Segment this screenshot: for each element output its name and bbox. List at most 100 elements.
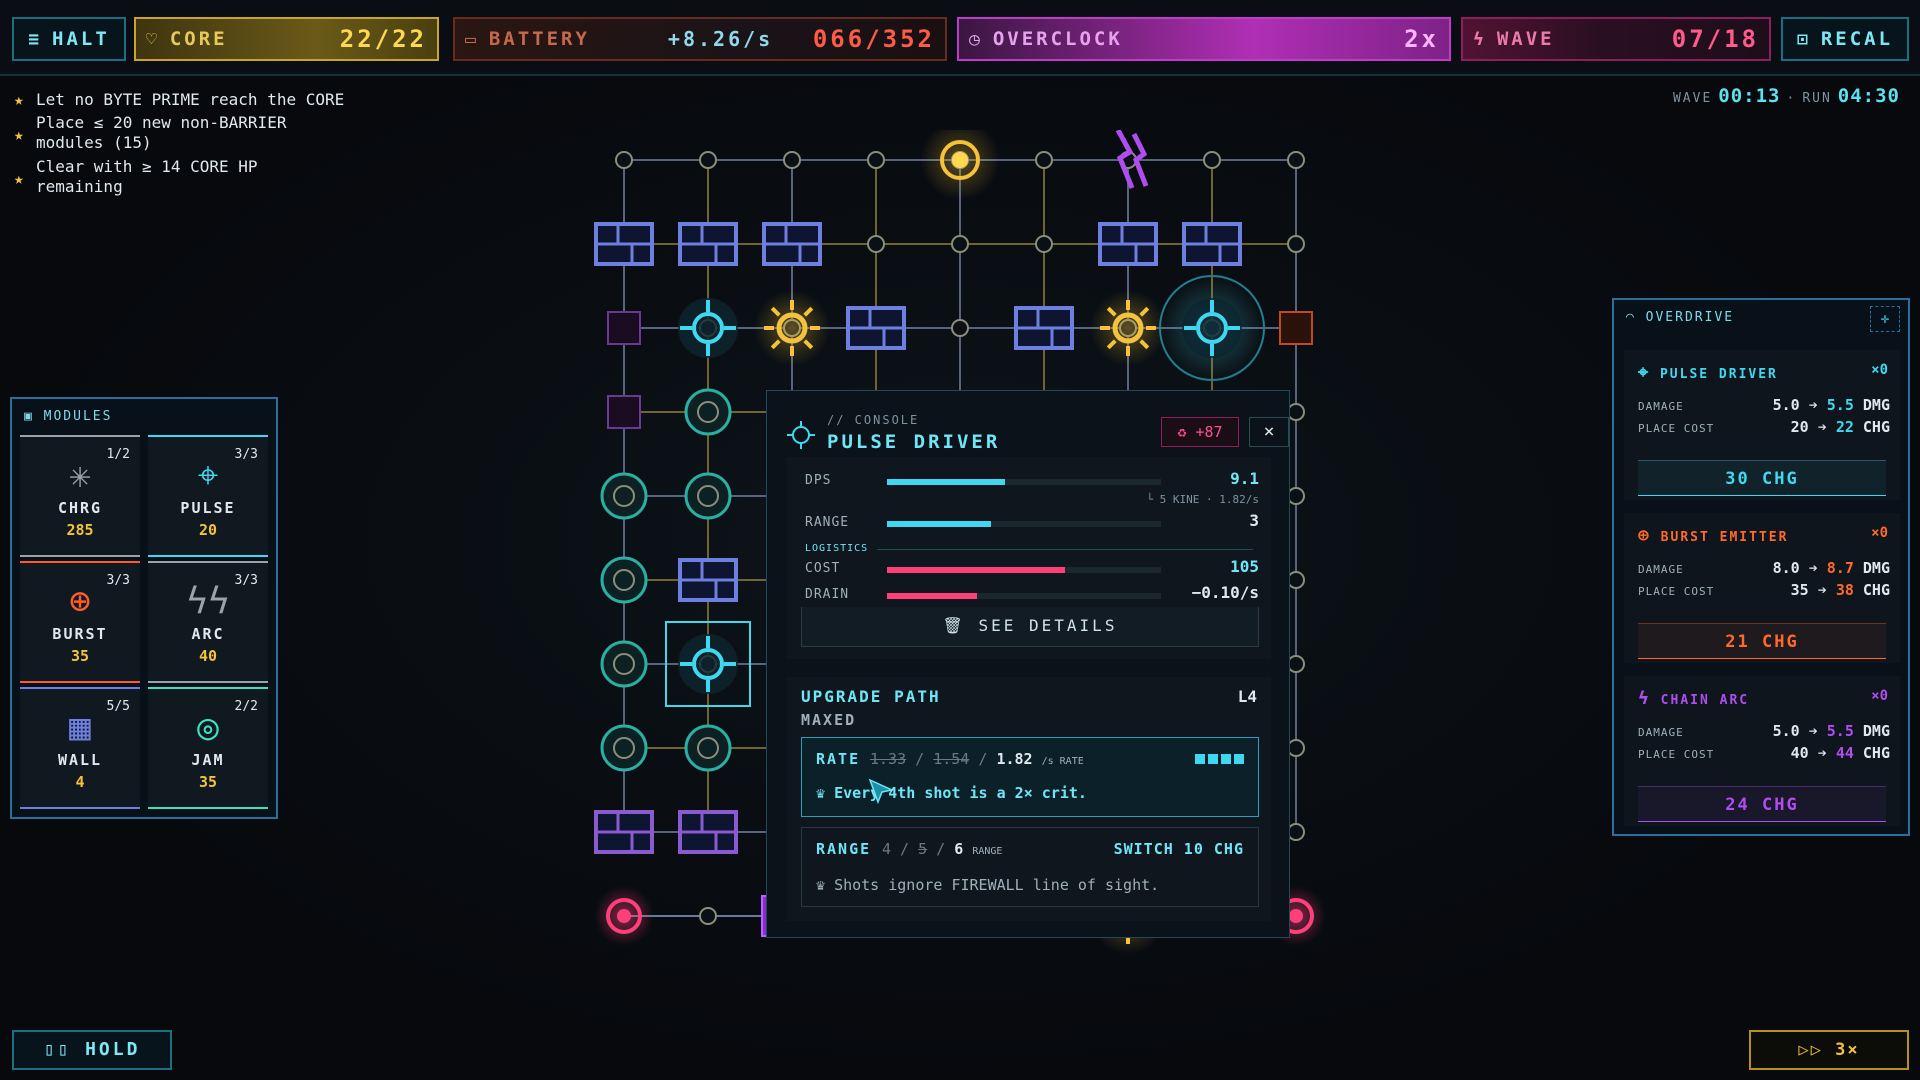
modules-icon: ▣ (24, 409, 44, 424)
jam-ring (600, 556, 648, 604)
enemy-core (617, 909, 631, 923)
range-upgrade-card[interactable]: RANGE 4 / 5 / 6 RANGE SWITCH 10 CHG ♛ Sh… (801, 827, 1259, 907)
cost-old: 35 (1790, 581, 1809, 599)
crown-icon: ♛ (816, 784, 835, 802)
module-card-chrg[interactable]: 1/2 ✳ CHRG 285 (20, 435, 140, 557)
damage-value: 5.0 ➔ 5.5 DMG (1772, 722, 1890, 740)
recycle-badge[interactable]: ♻ +87 (1161, 417, 1239, 447)
range-upgrade-values: 4 / 5 / 6 RANGE (882, 840, 1003, 858)
module-count: 2/2 (234, 699, 258, 714)
damage-label: DAMAGE (1638, 400, 1684, 413)
module-card-wall[interactable]: 5/5 ▦ WALL 4 (20, 687, 140, 809)
crosshair-icon (787, 421, 815, 449)
barrier-small (607, 395, 641, 429)
module-cost: 20 (198, 521, 218, 539)
enemy-core (1289, 909, 1303, 923)
logistics-label: LOGISTICS (805, 543, 869, 554)
timer: WAVE 00:13 · RUN 04:30 (1673, 85, 1906, 107)
grid-node (1287, 571, 1305, 589)
drain-value: −0.10/s (1191, 583, 1259, 602)
overclock-meter[interactable]: ◷ OVERCLOCK 2x (957, 17, 1451, 61)
jam-ring (600, 640, 648, 688)
overdrive-buy-button[interactable]: 24 CHG (1638, 786, 1886, 822)
close-button[interactable]: × (1249, 417, 1289, 447)
overdrive-buy-button[interactable]: 21 CHG (1638, 623, 1886, 659)
see-details-label: SEE DETAILS (978, 616, 1118, 635)
module-card-jam[interactable]: 2/2 ◎ JAM 35 (148, 687, 268, 809)
upgrade-box: UPGRADE PATH L4 MAXED RATE 1.33 / 1.54 /… (787, 677, 1271, 921)
jam-ring (600, 472, 648, 520)
speed-label: 3× (1835, 1040, 1860, 1060)
range-new: 6 (954, 840, 964, 858)
switch-button[interactable]: SWITCH 10 CHG (1114, 840, 1244, 858)
overdrive-panel: ◠ OVERDRIVE ✛ ⌖ PULSE DRIVER ×0 DAMAGE 5.0 … (1612, 298, 1910, 836)
cursor-icon (868, 778, 894, 804)
overclock-label: OVERCLOCK (992, 28, 1123, 50)
grid-node (951, 319, 969, 337)
core-value: 22/22 (339, 25, 427, 53)
drain-label: DRAIN (805, 587, 850, 602)
hold-label: HOLD (85, 1039, 141, 1060)
core-center (952, 152, 968, 168)
range-label: RANGE (805, 515, 850, 530)
jam-ring (684, 472, 732, 520)
module-cost: 285 (66, 521, 94, 539)
damage-old: 5.0 (1772, 396, 1800, 414)
cost-unit: CHG (1862, 744, 1890, 762)
module-count: 3/3 (234, 447, 258, 462)
run-time: 04:30 (1837, 85, 1900, 107)
module-count: 3/3 (234, 573, 258, 588)
cost-new: 22 (1835, 418, 1854, 436)
core-meter: ♡ CORE 22/22 (134, 17, 439, 61)
recal-button[interactable]: ⊡ RECAL (1781, 17, 1909, 61)
heart-icon: ♡ (146, 28, 160, 50)
place-cost-value: 20 ➔ 22 CHG (1790, 418, 1890, 436)
overdrive-buy-button[interactable]: 30 CHG (1638, 460, 1886, 496)
recycle-icon: ♻ (1177, 423, 1196, 441)
module-card-pulse[interactable]: 3/3 ⌖ PULSE 20 (148, 435, 268, 557)
cost-new: 44 (1835, 744, 1854, 762)
speed-button[interactable]: ▷▷ 3× (1749, 1030, 1909, 1070)
place-cost-label: PLACE COST (1638, 585, 1715, 598)
module-cost: 35 (198, 773, 218, 791)
overdrive-mult: ×0 (1871, 362, 1888, 378)
damage-label: DAMAGE (1638, 726, 1684, 739)
overdrive-mult: ×0 (1871, 688, 1888, 704)
range-old-2: 5 (918, 840, 928, 858)
halt-button[interactable]: ≡ HALT (12, 17, 126, 61)
battery-icon: ▭ (465, 28, 479, 50)
drain-bar-fill (887, 593, 978, 599)
rate-upgrade-card[interactable]: RATE 1.33 / 1.54 / 1.82 /s RATE ♛ Every … (801, 737, 1259, 817)
damage-new: 8.7 (1826, 559, 1854, 577)
recal-label: RECAL (1820, 28, 1894, 50)
jam-ring (684, 724, 732, 772)
overdrive-card: ϟ CHAIN ARC ×0 DAMAGE 5.0 ➔ 5.5 DMG PLACE CO… (1624, 676, 1900, 826)
see-details-button[interactable]: 🗑 SEE DETAILS (801, 607, 1259, 647)
menu-icon: ≡ (28, 28, 43, 50)
module-name: JAM (191, 751, 225, 769)
cost-old: 20 (1790, 418, 1809, 436)
clock-icon: ◷ (969, 28, 983, 50)
console-subtitle: // CONSOLE (827, 413, 920, 427)
fast-forward-icon: ▷▷ (1798, 1040, 1836, 1060)
dps-value: 9.1 (1230, 469, 1259, 488)
module-name: BURST (52, 625, 108, 643)
module-card-arc[interactable]: 3/3 ϟϟ ARC 40 (148, 561, 268, 683)
hold-button[interactable]: ▯▯ HOLD (12, 1030, 172, 1070)
grid-node (615, 151, 633, 169)
module-name: ARC (191, 625, 225, 643)
module-card-burst[interactable]: 3/3 ⊕ BURST 35 (20, 561, 140, 683)
stats-box: DPS 9.1 └ 5 KINE · 1.82/s RANGE 3 LOGIST… (787, 457, 1271, 659)
expand-icon[interactable]: ✛ (1870, 306, 1900, 332)
modules-title-text: MODULES (43, 409, 113, 424)
battery-value: 066/352 (812, 25, 935, 53)
module-cost: 40 (198, 647, 218, 665)
damage-unit: DMG (1862, 722, 1890, 740)
module-count: 5/5 (106, 699, 130, 714)
console-header: // CONSOLE PULSE DRIVER ♻ +87 × (787, 403, 1289, 455)
jam-ring (600, 724, 648, 772)
overdrive-name-text: BURST EMITTER (1660, 530, 1789, 545)
top-bar: ≡ HALT ♡ CORE 22/22 ▭ BATTERY +8.26/s 066/352 … (0, 0, 1920, 76)
overclock-value: 2x (1404, 25, 1439, 53)
range-value: 3 (1249, 511, 1259, 530)
